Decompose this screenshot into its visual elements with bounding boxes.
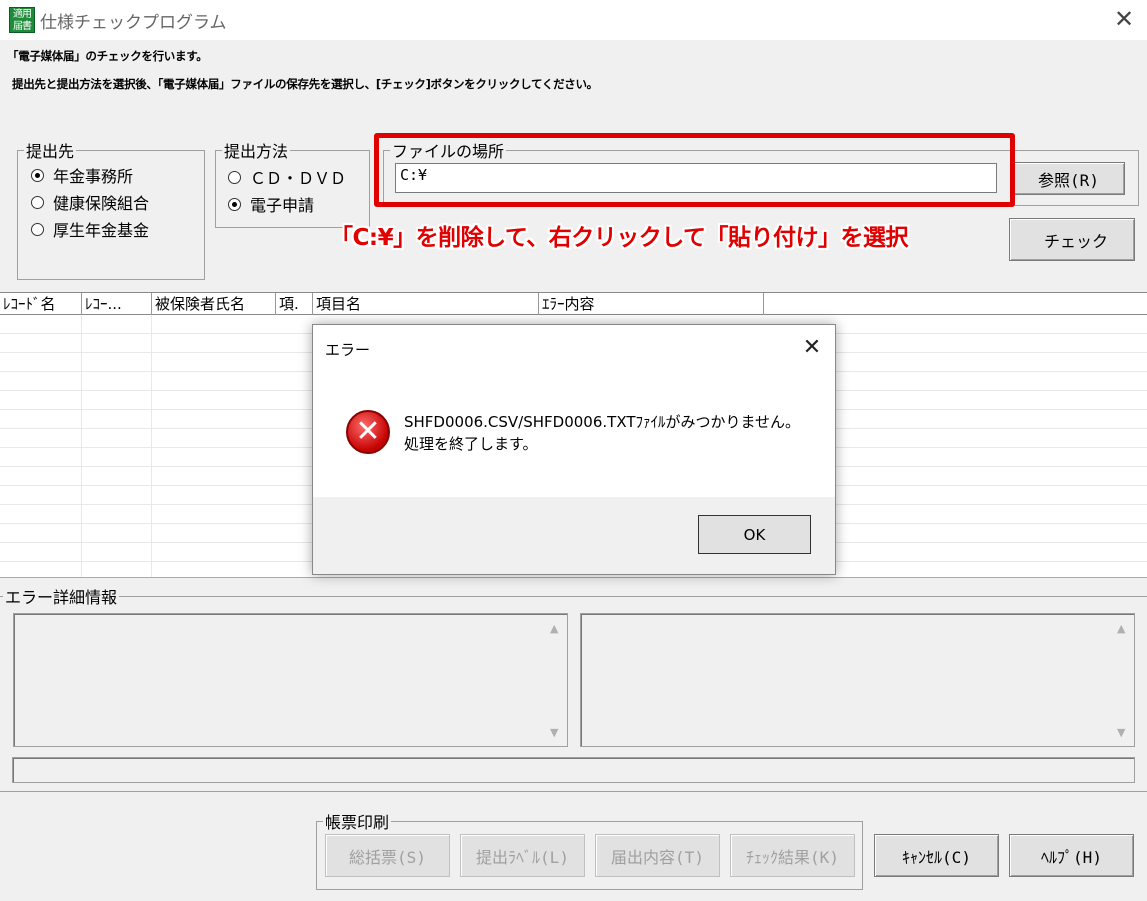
radio-checked-icon xyxy=(228,197,241,211)
window-title: 仕様チェックプログラム xyxy=(40,13,227,33)
dialog-message-line-2: 処理を終了します。 xyxy=(404,435,538,453)
description-line-1: 「電子媒体届」のチェックを行います。 xyxy=(7,49,208,63)
ok-button[interactable]: OK xyxy=(698,515,811,554)
help-button[interactable]: ﾍﾙﾌﾟ(H) xyxy=(1009,834,1134,877)
dialog-message: SHFD0006.CSV/SHFD0006.TXTﾌｧｲﾙがみつかりません。 処… xyxy=(404,411,800,455)
radio-unchecked-icon xyxy=(31,195,44,209)
scroll-up-icon[interactable]: ▲ xyxy=(550,622,558,635)
window-close-button[interactable]: ✕ xyxy=(1108,4,1140,34)
annotation-text: 「C:¥」を削除して、右クリックして「貼り付け」を選択 xyxy=(330,225,909,251)
radio-cd-dvd[interactable]: ＣＤ・ＤＶＤ xyxy=(228,166,346,188)
error-icon: ✕ xyxy=(346,410,390,454)
submit-to-legend: 提出先 xyxy=(26,142,75,161)
grid-header: ﾚｺｰﾄﾞ名 ﾚｺｰ... 被保険者氏名 項. 項目名 ｴﾗｰ内容 xyxy=(0,293,1147,315)
column-header-error-content[interactable]: ｴﾗｰ内容 xyxy=(539,293,764,315)
column-header-item-name[interactable]: 項目名 xyxy=(313,293,539,315)
dialog-title: エラー xyxy=(325,341,371,359)
radio-electronic[interactable]: 電子申請 xyxy=(228,193,314,215)
report-print-legend: 帳票印刷 xyxy=(325,813,390,832)
status-bar xyxy=(12,757,1135,783)
column-header-record[interactable]: ﾚｺｰ... xyxy=(82,293,152,315)
radio-unchecked-icon xyxy=(31,222,44,236)
error-dialog: エラー ✕ ✕ SHFD0006.CSV/SHFD0006.TXTﾌｧｲﾙがみつ… xyxy=(312,324,836,575)
summary-report-button[interactable]: 総括票(S) xyxy=(325,834,450,877)
radio-unchecked-icon xyxy=(228,170,241,184)
column-header-insured-name[interactable]: 被保険者氏名 xyxy=(152,293,276,315)
dialog-message-line-1: SHFD0006.CSV/SHFD0006.TXTﾌｧｲﾙがみつかりません。 xyxy=(404,413,801,431)
description-line-2: 提出先と提出方法を選択後、「電子媒体届」ファイルの保存先を選択し、[チェック]ボ… xyxy=(12,77,598,91)
radio-label: ＣＤ・ＤＶＤ xyxy=(250,169,347,188)
scroll-down-icon[interactable]: ▼ xyxy=(550,726,558,739)
browse-button[interactable]: 参照(R) xyxy=(1012,162,1125,195)
check-result-button[interactable]: ﾁｪｯｸ結果(K) xyxy=(730,834,855,877)
dialog-close-button[interactable]: ✕ xyxy=(797,333,827,363)
highlight-box xyxy=(374,133,1015,207)
radio-pension-fund[interactable]: 厚生年金基金 xyxy=(31,218,149,240)
notification-content-button[interactable]: 届出内容(T) xyxy=(595,834,720,877)
scroll-down-icon[interactable]: ▼ xyxy=(1117,726,1125,739)
error-detail-legend: エラー詳細情報 xyxy=(5,588,118,607)
scroll-up-icon[interactable]: ▲ xyxy=(1117,622,1125,635)
submit-method-legend: 提出方法 xyxy=(224,142,289,161)
radio-label: 電子申請 xyxy=(250,196,315,215)
column-header-record-name[interactable]: ﾚｺｰﾄﾞ名 xyxy=(0,293,82,315)
radio-health-insurance[interactable]: 健康保険組合 xyxy=(31,191,149,213)
column-header-item-no[interactable]: 項. xyxy=(276,293,313,315)
radio-checked-icon xyxy=(31,168,44,182)
submission-label-button[interactable]: 提出ﾗﾍﾞﾙ(L) xyxy=(460,834,585,877)
error-detail-left-textarea[interactable]: ▲ ▼ xyxy=(13,613,568,747)
radio-label: 健康保険組合 xyxy=(53,194,150,213)
cancel-button[interactable]: ｷｬﾝｾﾙ(C) xyxy=(874,834,999,877)
radio-pension-office[interactable]: 年金事務所 xyxy=(31,164,133,186)
radio-label: 年金事務所 xyxy=(53,167,134,186)
check-button[interactable]: チェック xyxy=(1009,218,1135,261)
radio-label: 厚生年金基金 xyxy=(53,221,150,240)
app-icon: 適用届書 xyxy=(9,7,35,33)
error-detail-right-textarea[interactable]: ▲ ▼ xyxy=(580,613,1135,747)
